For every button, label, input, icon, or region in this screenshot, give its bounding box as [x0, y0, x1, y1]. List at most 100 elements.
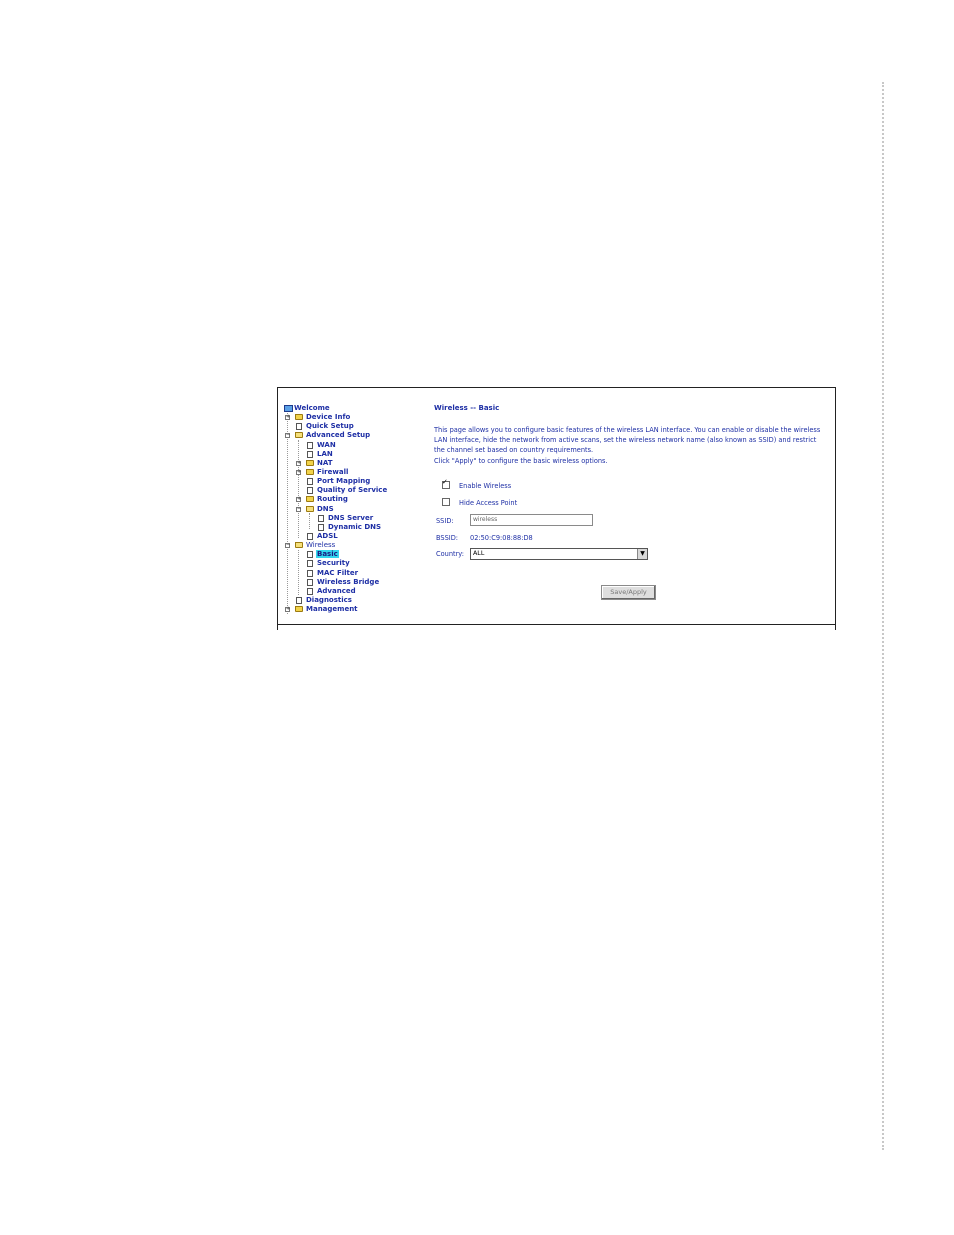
- tree-item-basic[interactable]: Basic: [284, 550, 434, 559]
- tree-label-selected[interactable]: Basic: [316, 550, 339, 559]
- collapse-minus-icon[interactable]: −: [285, 433, 290, 439]
- tree-item-firewall[interactable]: + Firewall: [284, 468, 434, 477]
- tree-label[interactable]: ADSL: [317, 532, 338, 540]
- tree-label[interactable]: Wireless: [306, 541, 335, 549]
- dropdown-arrow-icon[interactable]: ▼: [637, 549, 647, 559]
- tree-item-port-mapping[interactable]: Port Mapping: [284, 477, 434, 486]
- tree-label[interactable]: Wireless Bridge: [317, 578, 379, 586]
- collapse-minus-icon[interactable]: −: [296, 506, 301, 512]
- description-text: This page allows you to configure basic …: [434, 426, 821, 455]
- country-selected-value: ALL: [473, 550, 485, 557]
- expand-plus-icon[interactable]: +: [296, 460, 301, 466]
- tree-item-welcome[interactable]: Welcome: [284, 404, 434, 413]
- tree-label[interactable]: DNS Server: [328, 514, 373, 522]
- open-folder-icon: [306, 505, 314, 512]
- page-description: This page allows you to configure basic …: [434, 425, 826, 466]
- tree-item-lan[interactable]: LAN: [284, 450, 434, 459]
- tree-label[interactable]: Device Info: [306, 413, 350, 421]
- tree-item-quick-setup[interactable]: Quick Setup: [284, 422, 434, 431]
- folder-icon: [306, 468, 314, 475]
- expand-plus-icon[interactable]: +: [285, 415, 290, 421]
- page-icon: [318, 514, 324, 522]
- folder-icon: [306, 496, 314, 503]
- country-select[interactable]: ALL ▼: [470, 548, 648, 560]
- tree-item-adsl[interactable]: ADSL: [284, 532, 434, 541]
- tree-item-wireless[interactable]: − Wireless: [284, 541, 434, 550]
- computer-icon: [284, 405, 293, 412]
- tree-label[interactable]: WAN: [317, 441, 336, 449]
- enable-wireless-checkbox[interactable]: [442, 478, 450, 489]
- bssid-label: BSSID:: [436, 534, 459, 542]
- page-icon: [307, 560, 313, 568]
- open-folder-icon: [295, 432, 303, 439]
- tree-item-wan[interactable]: WAN: [284, 441, 434, 450]
- tree-item-quality-of-service[interactable]: Quality of Service: [284, 486, 434, 495]
- tree-label[interactable]: Advanced Setup: [306, 431, 370, 439]
- tree-item-device-info[interactable]: + Device Info: [284, 413, 434, 422]
- hide-access-point-label: Hide Access Point: [459, 499, 518, 507]
- apply-hint-text: Click "Apply" to configure the basic wir…: [434, 456, 608, 465]
- tree-item-management[interactable]: + Management: [284, 605, 434, 614]
- frame-corner-mark: [277, 625, 278, 630]
- page-icon: [307, 587, 313, 595]
- tree-label[interactable]: Management: [306, 605, 358, 613]
- tree-label-welcome[interactable]: Welcome: [294, 404, 330, 412]
- page-icon: [307, 569, 313, 577]
- page-icon: [296, 423, 302, 431]
- tree-label[interactable]: Routing: [317, 495, 348, 503]
- expand-plus-icon[interactable]: +: [296, 469, 301, 475]
- enable-wireless-label: Enable Wireless: [459, 482, 512, 490]
- page-icon: [307, 532, 313, 540]
- folder-icon: [306, 459, 314, 466]
- tree-item-wireless-bridge[interactable]: Wireless Bridge: [284, 578, 434, 587]
- tree-item-mac-filter[interactable]: MAC Filter: [284, 569, 434, 578]
- folder-icon: [295, 606, 303, 613]
- page-icon: [307, 578, 313, 586]
- tree-label[interactable]: NAT: [317, 459, 333, 467]
- hide-access-point-row[interactable]: Hide Access Point: [442, 498, 517, 507]
- tree-label[interactable]: Security: [317, 559, 350, 567]
- hide-access-point-checkbox[interactable]: [442, 498, 450, 506]
- country-label: Country:: [436, 550, 464, 558]
- tree-item-dynamic-dns[interactable]: Dynamic DNS: [284, 523, 434, 532]
- page-icon: [307, 450, 313, 458]
- page-icon: [307, 478, 313, 486]
- ssid-input[interactable]: wireless: [470, 514, 593, 526]
- tree-label[interactable]: MAC Filter: [317, 569, 358, 577]
- page-title: Wireless -- Basic: [434, 404, 500, 412]
- tree-label[interactable]: Dynamic DNS: [328, 523, 381, 531]
- ssid-label: SSID:: [436, 517, 454, 525]
- tree-item-security[interactable]: Security: [284, 559, 434, 568]
- tree-label[interactable]: DNS: [317, 505, 334, 513]
- tree-item-advanced[interactable]: Advanced: [284, 587, 434, 596]
- tree-item-dns[interactable]: − DNS: [284, 505, 434, 514]
- tree-label[interactable]: Port Mapping: [317, 477, 370, 485]
- tree-item-nat[interactable]: + NAT: [284, 459, 434, 468]
- tree-label[interactable]: Quick Setup: [306, 422, 354, 430]
- expand-plus-icon[interactable]: +: [285, 607, 290, 613]
- tree-label[interactable]: Firewall: [317, 468, 348, 476]
- expand-plus-icon[interactable]: +: [296, 497, 301, 503]
- frame-corner-mark: [835, 625, 836, 630]
- enable-wireless-row[interactable]: Enable Wireless: [442, 478, 512, 490]
- tree-item-dns-server[interactable]: DNS Server: [284, 514, 434, 523]
- tree-label[interactable]: LAN: [317, 450, 333, 458]
- folder-icon: [295, 414, 303, 421]
- bssid-value: 02:50:C9:08:88:D8: [470, 534, 533, 542]
- page-icon: [307, 487, 313, 495]
- page-icon: [296, 596, 302, 604]
- navigation-tree: Welcome + Device Info Quick Setup − Adva…: [284, 404, 434, 614]
- tree-item-advanced-setup[interactable]: − Advanced Setup: [284, 431, 434, 440]
- tree-item-diagnostics[interactable]: Diagnostics: [284, 596, 434, 605]
- save-apply-button[interactable]: Save/Apply: [601, 585, 656, 600]
- page-icon: [307, 551, 313, 559]
- collapse-minus-icon[interactable]: −: [285, 543, 290, 549]
- open-folder-icon: [295, 542, 303, 549]
- page-icon: [307, 441, 313, 449]
- tree-label[interactable]: Advanced: [317, 587, 356, 595]
- margin-dotted-rule: [882, 82, 884, 1150]
- tree-label[interactable]: Quality of Service: [317, 486, 387, 494]
- page-icon: [318, 523, 324, 531]
- tree-label[interactable]: Diagnostics: [306, 596, 352, 604]
- tree-item-routing[interactable]: + Routing: [284, 495, 434, 504]
